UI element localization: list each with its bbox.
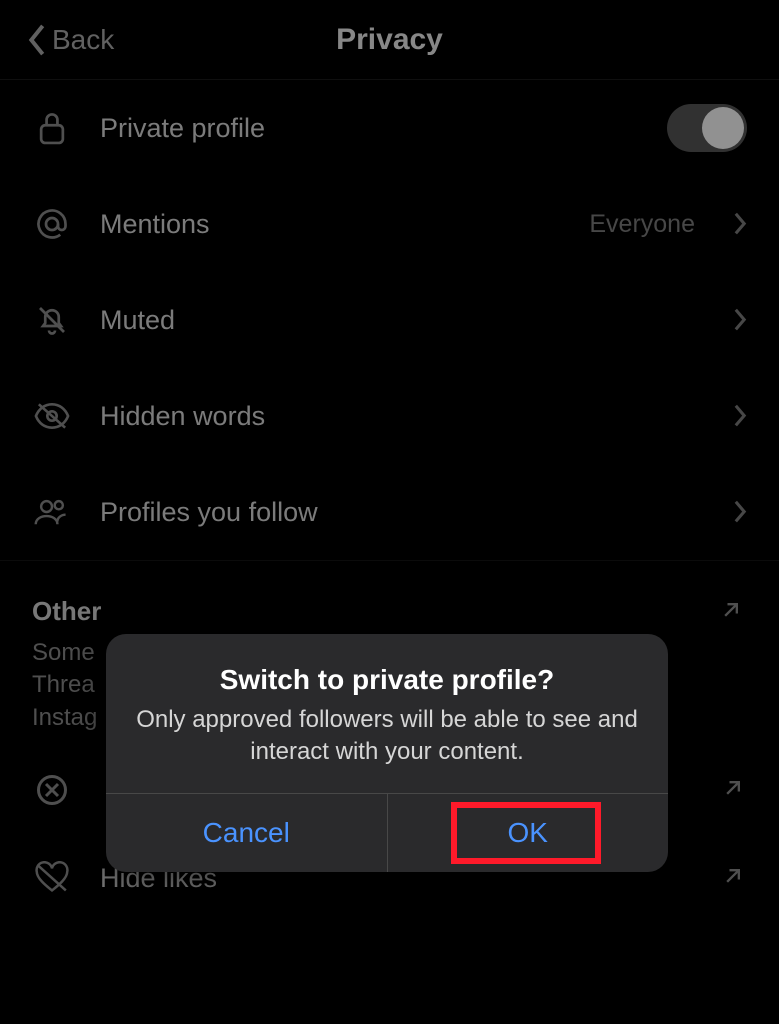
ok-button[interactable]: OK [388,794,669,872]
confirm-dialog: Switch to private profile? Only approved… [106,634,668,872]
cancel-button[interactable]: Cancel [106,794,388,872]
dialog-message: Only approved followers will be able to … [134,704,640,769]
dialog-title: Switch to private profile? [134,664,640,696]
